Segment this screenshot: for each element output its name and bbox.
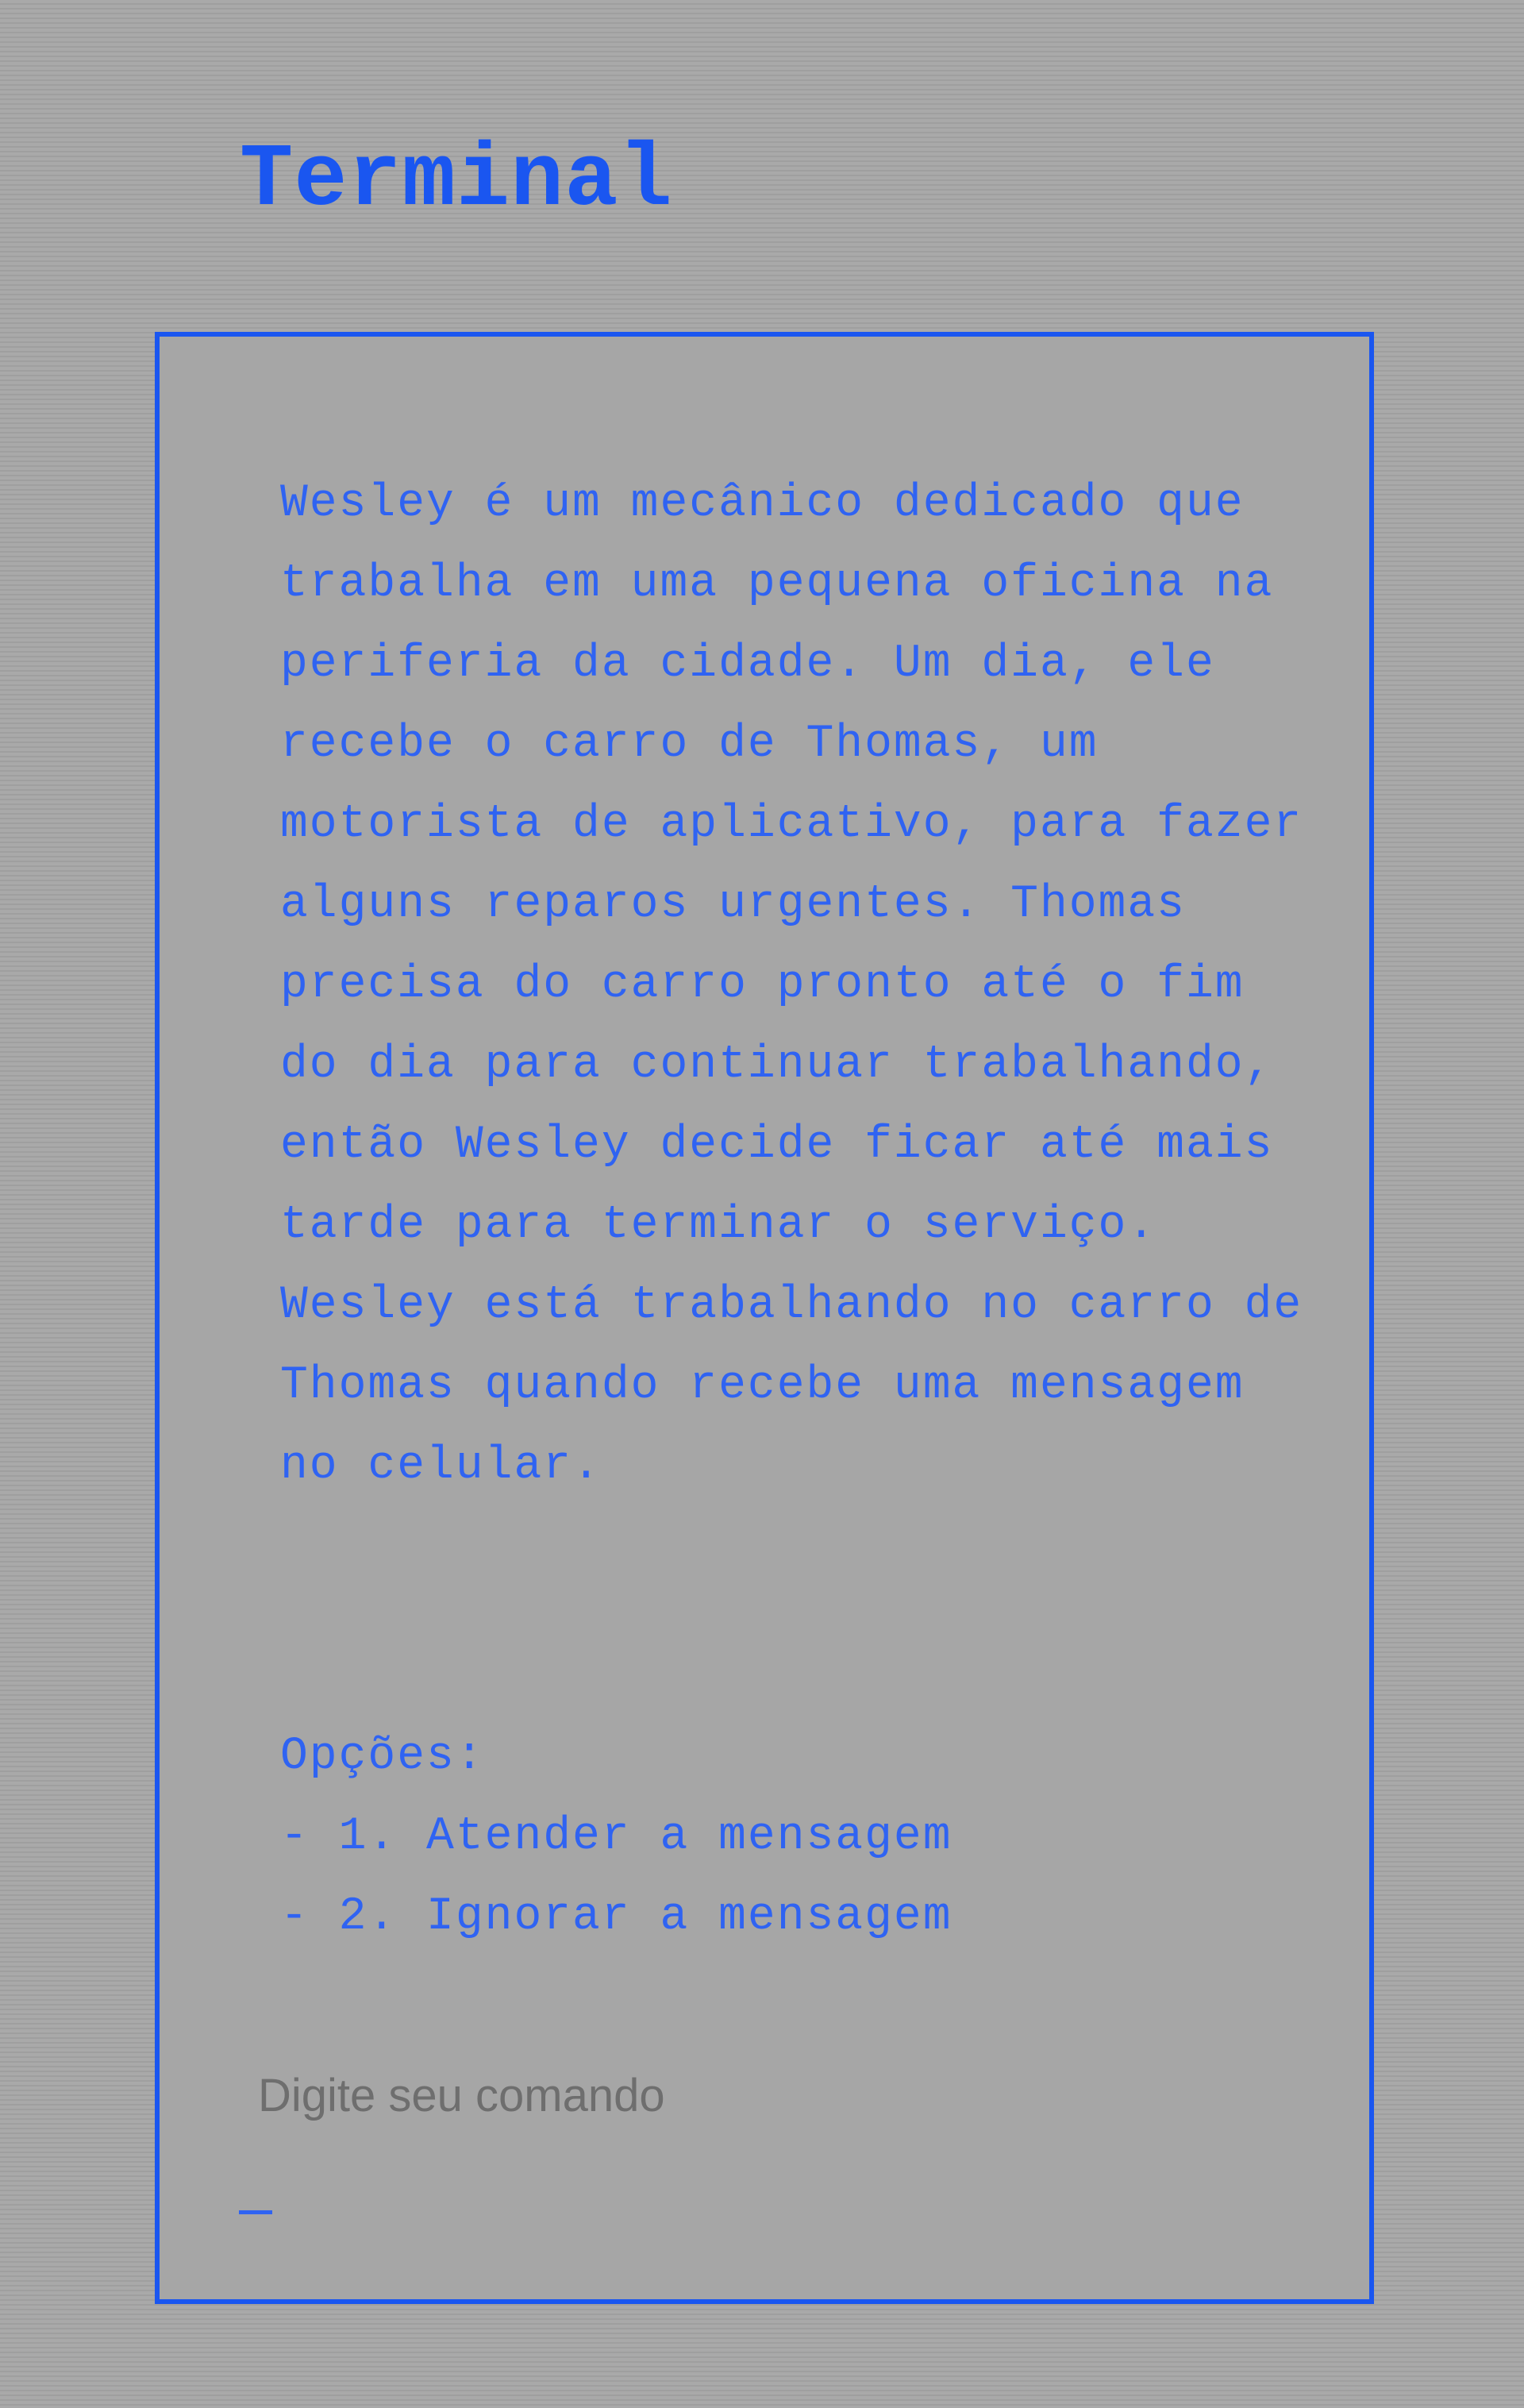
option-item-1: - 1. Atender a mensagem [280, 1811, 952, 1863]
option-item-2: - 2. Ignorar a mensagem [280, 1891, 952, 1943]
story-text: Wesley é um mecânico dedicado que trabal… [280, 478, 1333, 1492]
terminal-panel: Wesley é um mecânico dedicado que trabal… [155, 332, 1374, 2304]
page-title: Terminal [240, 130, 673, 231]
options-list: Opções: - 1. Atender a mensagem - 2. Ign… [280, 1716, 1312, 1957]
options-label: Opções: [280, 1731, 485, 1782]
command-prompt-label: Digite seu comando [258, 2070, 665, 2121]
command-input[interactable] [239, 2171, 1334, 2250]
